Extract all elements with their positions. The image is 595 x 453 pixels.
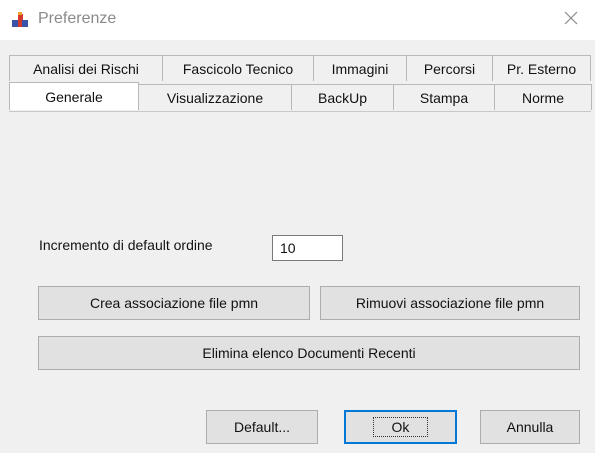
close-icon [563, 10, 579, 31]
tab-panel-generale [9, 111, 591, 432]
tab-generale[interactable]: Generale [9, 82, 139, 110]
ok-button-label: Ok [372, 417, 429, 437]
tab-immagini[interactable]: Immagini [313, 55, 407, 81]
ok-button[interactable]: Ok [344, 410, 457, 444]
increment-label: Incremento di default ordine [39, 237, 213, 253]
cancel-button[interactable]: Annulla [480, 410, 580, 444]
app-logo-icon [12, 12, 28, 28]
tab-norme[interactable]: Norme [494, 84, 592, 110]
tab-percorsi[interactable]: Percorsi [406, 55, 493, 81]
remove-association-button[interactable]: Rimuovi associazione file pmn [320, 286, 580, 320]
tab-stampa[interactable]: Stampa [393, 84, 495, 110]
tab-pr-esterno[interactable]: Pr. Esterno [492, 55, 591, 81]
create-association-button[interactable]: Crea associazione file pmn [38, 286, 310, 320]
close-button[interactable] [556, 6, 586, 34]
tab-row-bottom: Generale Visualizzazione BackUp Stampa N… [9, 82, 592, 110]
tab-row-top: Analisi dei Rischi Fascicolo Tecnico Imm… [9, 55, 591, 81]
tab-visualizzazione[interactable]: Visualizzazione [138, 84, 292, 110]
clear-recent-documents-button[interactable]: Elimina elenco Documenti Recenti [38, 336, 580, 370]
default-button[interactable]: Default... [206, 410, 318, 444]
tab-backup[interactable]: BackUp [291, 84, 394, 110]
tab-analisi-dei-rischi[interactable]: Analisi dei Rischi [9, 55, 163, 81]
dialog-content: Analisi dei Rischi Fascicolo Tecnico Imm… [0, 40, 595, 453]
tab-fascicolo-tecnico[interactable]: Fascicolo Tecnico [162, 55, 314, 81]
preferences-dialog: Preferenze Analisi dei Rischi Fascicolo … [0, 0, 595, 453]
title-bar[interactable]: Preferenze [0, 0, 595, 40]
window-title: Preferenze [38, 10, 117, 27]
increment-input[interactable]: 10 [272, 235, 343, 261]
